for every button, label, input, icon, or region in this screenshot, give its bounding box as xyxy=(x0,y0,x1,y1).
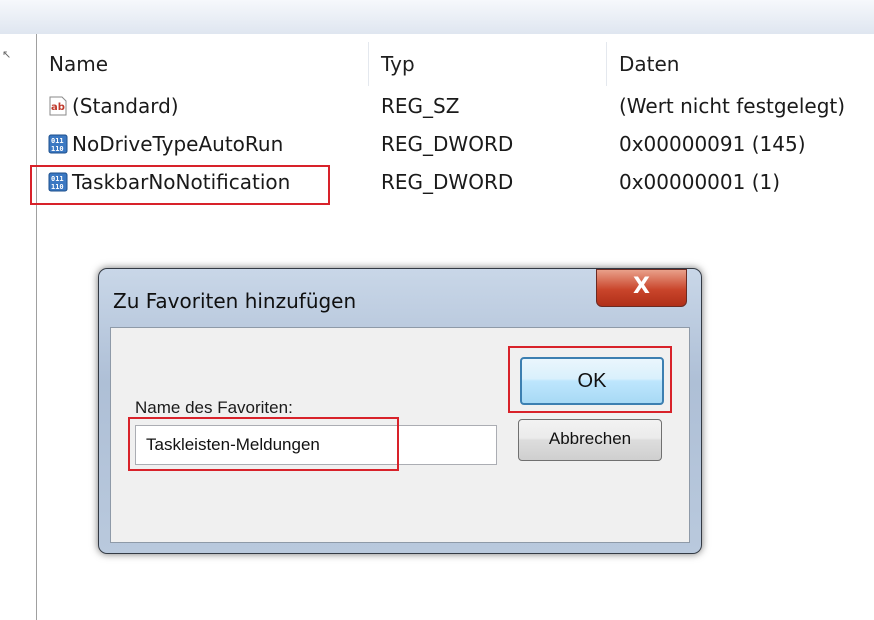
binary-value-icon: 011 110 xyxy=(48,134,68,154)
value-name-cell: ab (Standard) xyxy=(47,87,179,125)
column-header-typ[interactable]: Typ xyxy=(369,42,607,86)
value-name-cell: 011 110 NoDriveTypeAutoRun xyxy=(47,125,283,163)
svg-text:ab: ab xyxy=(51,102,65,113)
svg-text:011: 011 xyxy=(51,137,64,145)
value-type-cell: REG_DWORD xyxy=(381,170,514,194)
value-name-text: (Standard) xyxy=(72,94,179,118)
value-data-cell: (Wert nicht festgelegt) xyxy=(619,94,846,118)
close-icon: X xyxy=(633,274,650,299)
close-button[interactable]: X xyxy=(596,269,687,307)
value-type-cell: REG_SZ xyxy=(381,94,460,118)
value-data-cell: 0x00000001 (1) xyxy=(619,170,781,194)
add-favorite-dialog: Zu Favoriten hinzufügen X Name des Favor… xyxy=(98,268,702,554)
dialog-body: Name des Favoriten: Taskleisten-Meldunge… xyxy=(110,327,690,543)
value-name-text: NoDriveTypeAutoRun xyxy=(72,132,284,156)
favorite-name-label: Name des Favoriten: xyxy=(135,398,293,417)
column-header-daten[interactable]: Daten xyxy=(607,42,874,86)
key-tree-pane[interactable]: ↖ xyxy=(0,34,37,620)
table-row[interactable]: 011 110 NoDriveTypeAutoRun REG_DWORD 0x0… xyxy=(37,125,874,163)
column-header-row: Name Typ Daten xyxy=(37,42,874,86)
column-header-name[interactable]: Name xyxy=(37,42,369,86)
tree-scroll-arrow-icon[interactable]: ↖ xyxy=(2,48,11,61)
table-row[interactable]: ab (Standard) REG_SZ (Wert nicht festgel… xyxy=(37,87,874,125)
input-highlight-box xyxy=(128,417,399,471)
value-data-cell: 0x00000091 (145) xyxy=(619,132,806,156)
toolbar-strip xyxy=(0,0,874,34)
ok-highlight-box xyxy=(508,346,672,413)
svg-text:110: 110 xyxy=(51,145,64,153)
dialog-title: Zu Favoriten hinzufügen xyxy=(113,289,357,313)
string-value-icon: ab xyxy=(49,96,67,116)
value-type-cell: REG_DWORD xyxy=(381,132,514,156)
cancel-button[interactable]: Abbrechen xyxy=(518,419,662,461)
row-highlight-box xyxy=(30,165,330,205)
